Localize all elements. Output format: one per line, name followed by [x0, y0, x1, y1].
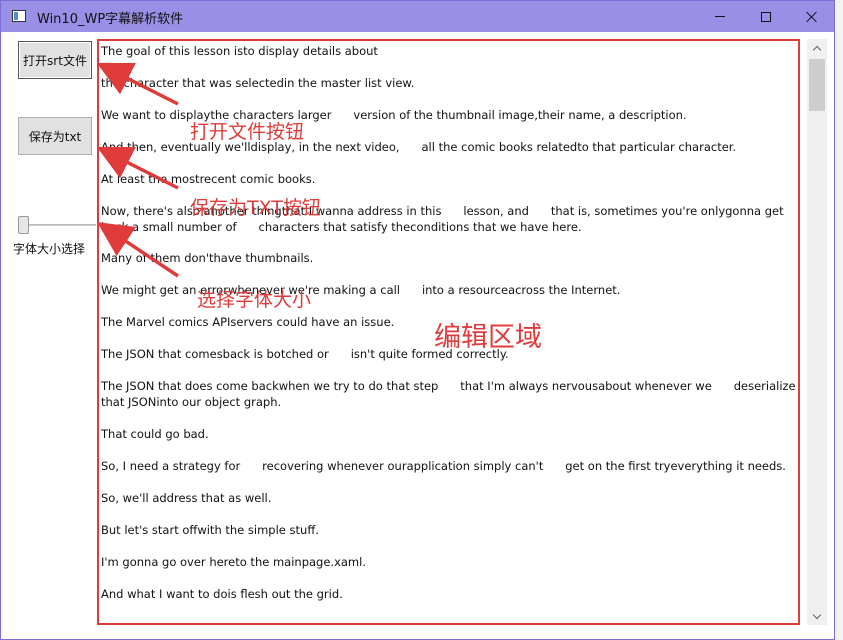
annotation-save-button: 保存为TXT按钮	[190, 197, 321, 219]
slider-track	[20, 224, 96, 226]
vertical-scrollbar[interactable]	[807, 39, 827, 625]
open-srt-button[interactable]: 打开srt文件	[18, 41, 92, 79]
desktop-background	[835, 0, 843, 640]
window-title: Win10_WP字幕解析软件	[37, 12, 184, 27]
close-icon	[806, 11, 818, 23]
maximize-button[interactable]	[743, 1, 789, 32]
annotation-open-button: 打开文件按钮	[190, 121, 305, 143]
app-icon	[12, 10, 26, 22]
chevron-up-icon	[812, 45, 822, 54]
scroll-up-button[interactable]	[807, 39, 827, 57]
scroll-down-button[interactable]	[807, 607, 827, 625]
maximize-icon	[761, 11, 771, 22]
font-size-slider[interactable]	[14, 215, 100, 235]
annotation-font-size: 选择字体大小	[197, 289, 312, 311]
close-button[interactable]	[789, 1, 835, 32]
minimize-icon	[715, 16, 725, 17]
minimize-button[interactable]	[697, 1, 743, 32]
slider-thumb[interactable]	[18, 216, 29, 234]
scroll-thumb[interactable]	[809, 59, 825, 111]
title-bar[interactable]: Win10_WP字幕解析软件	[1, 1, 834, 32]
save-txt-button[interactable]: 保存为txt	[18, 117, 92, 155]
annotation-edit-area: 编辑区域	[434, 322, 542, 353]
font-size-label: 字体大小选择	[13, 242, 86, 256]
chevron-down-icon	[812, 610, 822, 619]
